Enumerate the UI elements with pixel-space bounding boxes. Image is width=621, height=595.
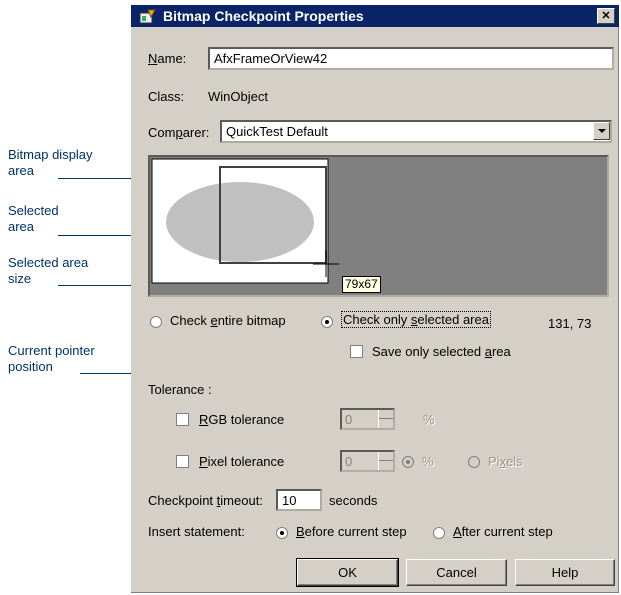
- pixel-tolerance-value: 0: [345, 454, 353, 469]
- after-current-step-radio[interactable]: [433, 527, 445, 539]
- pixel-tolerance-checkbox[interactable]: [176, 455, 189, 468]
- rgb-unit-label: %: [423, 412, 435, 427]
- bitmap-checkpoint-icon: [139, 8, 157, 24]
- name-label: Name:: [148, 51, 187, 66]
- pixel-tolerance-spinner[interactable]: 0: [340, 450, 395, 472]
- before-current-step-label[interactable]: Before current step: [296, 524, 407, 539]
- timeout-label: Checkpoint timeout:: [148, 493, 263, 508]
- check-entire-label[interactable]: Check entire bitmap: [170, 313, 286, 328]
- spinner-arrows-icon[interactable]: [378, 410, 393, 428]
- pixel-unit-pixels-label: Pixels: [488, 454, 523, 469]
- pointer-position-readout: 131, 73: [548, 316, 592, 331]
- ok-button[interactable]: OK: [296, 558, 399, 587]
- rgb-tolerance-checkbox[interactable]: [176, 413, 189, 426]
- after-current-step-label[interactable]: After current step: [453, 524, 553, 539]
- annotation-selected-area: Selected area: [8, 203, 59, 235]
- annotation-line: Bitmap display: [8, 147, 93, 162]
- bitmap-ellipse: [166, 182, 314, 262]
- pixel-unit-percent-radio[interactable]: [402, 456, 414, 468]
- rgb-tolerance-label[interactable]: RGB tolerance: [199, 412, 284, 427]
- check-selected-radio[interactable]: [321, 316, 333, 328]
- rgb-tolerance-value: 0: [345, 412, 353, 427]
- dialog-title: Bitmap Checkpoint Properties: [163, 8, 364, 24]
- check-selected-label[interactable]: Check only selected area: [341, 311, 491, 328]
- selected-size-tooltip: 79x67: [342, 276, 381, 293]
- spinner-arrows-icon[interactable]: [378, 452, 393, 470]
- tolerance-label: Tolerance :: [148, 382, 212, 397]
- annotation-current-pointer-position: Current pointer position: [8, 343, 95, 375]
- annotation-selected-area-size: Selected area size: [8, 255, 88, 287]
- close-button[interactable]: ✕: [597, 8, 615, 24]
- class-value: WinObject: [208, 89, 268, 104]
- bitmap-checkpoint-dialog: Bitmap Checkpoint Properties ✕ Name: Afx…: [131, 5, 619, 593]
- annotation-line: area: [8, 219, 35, 234]
- before-current-step-radio[interactable]: [276, 527, 288, 539]
- annotation-line: Selected: [8, 203, 59, 218]
- comparer-dropdown[interactable]: QuickTest Default: [220, 120, 612, 143]
- rgb-tolerance-spinner[interactable]: 0: [340, 408, 395, 430]
- class-label: Class:: [148, 89, 185, 104]
- title-bar[interactable]: Bitmap Checkpoint Properties ✕: [131, 5, 619, 27]
- bitmap-display-area[interactable]: 79x67: [148, 155, 609, 297]
- chevron-down-icon[interactable]: [593, 122, 610, 140]
- annotation-line: Selected area: [8, 255, 89, 270]
- help-button[interactable]: Help: [515, 559, 615, 586]
- annotation-line: Current pointer: [8, 343, 95, 358]
- timeout-field[interactable]: 10: [276, 489, 322, 511]
- timeout-unit-label: seconds: [329, 493, 378, 508]
- check-entire-radio[interactable]: [150, 316, 162, 328]
- pixel-unit-pixels-radio[interactable]: [468, 456, 480, 468]
- save-selected-checkbox[interactable]: [350, 345, 363, 358]
- annotation-line: area: [8, 163, 35, 178]
- pixel-unit-percent-label: %: [422, 454, 434, 469]
- comparer-value: QuickTest Default: [226, 124, 328, 139]
- cancel-button[interactable]: Cancel: [406, 559, 507, 586]
- save-selected-label[interactable]: Save only selected area: [372, 344, 511, 359]
- insert-statement-label: Insert statement:: [148, 524, 245, 539]
- close-icon: ✕: [601, 10, 611, 22]
- annotation-bitmap-display-area: Bitmap display area: [8, 147, 93, 179]
- name-field[interactable]: AfxFrameOrView42: [208, 47, 614, 70]
- comparer-label: Comparer:: [148, 125, 210, 140]
- pixel-tolerance-label[interactable]: Pixel tolerance: [199, 454, 284, 469]
- bitmap-canvas[interactable]: [150, 157, 607, 295]
